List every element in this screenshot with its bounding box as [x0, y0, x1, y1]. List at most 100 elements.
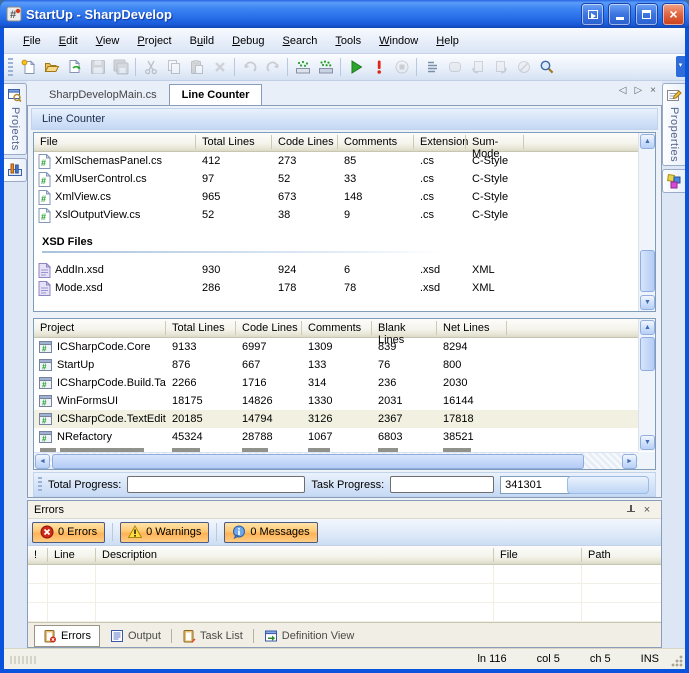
run-button[interactable] [344, 56, 367, 78]
scroll-right-icon[interactable]: ► [622, 454, 637, 469]
files-vertical-scrollbar[interactable]: ▲ ▼ [638, 133, 655, 311]
open-file-button[interactable] [40, 56, 63, 78]
toolbar-overflow-button[interactable]: ▾ [676, 56, 685, 77]
browse-button[interactable] [512, 56, 535, 78]
undock-button[interactable] [582, 4, 603, 25]
delete-button[interactable] [208, 56, 231, 78]
menu-debug[interactable]: Debug [223, 30, 273, 52]
menu-search[interactable]: Search [274, 30, 327, 52]
save-all-button[interactable] [109, 56, 132, 78]
table-row[interactable]: #XslOutputView.cs 52 38 9 .cs C-Style [34, 206, 638, 224]
scroll-up-icon[interactable]: ▲ [640, 134, 655, 149]
scroll-down-icon[interactable]: ▼ [640, 295, 655, 310]
menu-project[interactable]: Project [128, 30, 180, 52]
column-header-description[interactable]: Description [96, 546, 494, 564]
menu-window[interactable]: Window [370, 30, 427, 52]
tab-scroll-right-icon[interactable]: ▷ [634, 85, 642, 96]
table-row[interactable]: #WinFormsUI 18175 14826 1330 2031 16144 [34, 392, 638, 410]
tab-errors[interactable]: Errors [34, 625, 100, 647]
column-header-path[interactable]: Path [582, 546, 661, 564]
bookmarks-button[interactable] [420, 56, 443, 78]
tab-output[interactable]: Output [102, 626, 169, 646]
scroll-down-icon[interactable]: ▼ [640, 435, 655, 450]
sidebar-tab-tools[interactable] [4, 158, 27, 182]
column-header-project[interactable]: Project [34, 319, 166, 337]
maximize-button[interactable] [636, 4, 657, 25]
sidebar-tab-classes[interactable] [662, 169, 685, 193]
column-header-extension[interactable]: Extension [414, 133, 466, 151]
table-row[interactable]: #StartUp 876 667 133 76 800 [34, 356, 638, 374]
table-row[interactable]: #NRefactory 45324 28788 1067 6803 38521 [34, 428, 638, 446]
table-row[interactable]: #ICSharpCode.Build.Tasks 2266 1716 314 2… [34, 374, 638, 392]
table-row[interactable]: #XmlView.cs 965 673 148 .cs C-Style [34, 188, 638, 206]
region-button[interactable] [443, 56, 466, 78]
stop-button[interactable] [390, 56, 413, 78]
pin-button[interactable] [623, 503, 639, 517]
column-header-total-lines[interactable]: Total Lines [196, 133, 272, 151]
menu-tools[interactable]: Tools [326, 30, 370, 52]
menu-help[interactable]: Help [427, 30, 468, 52]
paste-button[interactable] [185, 56, 208, 78]
minimize-button[interactable] [609, 4, 630, 25]
errors-panel-titlebar[interactable]: Errors × [28, 501, 661, 519]
menu-edit[interactable]: Edit [50, 30, 87, 52]
table-row[interactable]: #XmlSchemasPanel.cs 412 273 85 .cs C-Sty… [34, 152, 638, 170]
abort-button[interactable] [367, 56, 390, 78]
column-header-net-lines[interactable]: Net Lines [437, 319, 507, 337]
scrollbar-thumb[interactable] [640, 337, 655, 371]
errors-close-button[interactable]: × [639, 503, 655, 517]
column-header-comments[interactable]: Comments [338, 133, 414, 151]
errors-filter-button[interactable]: 0 Errors [32, 522, 105, 543]
reload-file-button[interactable] [63, 56, 86, 78]
column-header-line[interactable]: Line [48, 546, 96, 564]
close-button[interactable]: × [663, 4, 684, 25]
tab-sharpdevelopmain[interactable]: SharpDevelopMain.cs [37, 85, 169, 105]
menu-view[interactable]: View [87, 30, 129, 52]
table-row-highlighted[interactable]: #ICSharpCode.TextEditor 20185 14794 3126… [34, 410, 638, 428]
column-header-code-lines[interactable]: Code Lines [272, 133, 338, 151]
column-header-severity[interactable]: ! [28, 546, 48, 564]
goto-previous-button[interactable] [466, 56, 489, 78]
search-button[interactable] [535, 56, 558, 78]
new-file-button[interactable] [17, 56, 40, 78]
menu-file[interactable]: File [14, 30, 50, 52]
tab-scroll-left-icon[interactable]: ◁ [619, 85, 627, 96]
save-file-button[interactable] [86, 56, 109, 78]
tab-definition-view[interactable]: Definition View [256, 626, 363, 646]
undo-button[interactable] [238, 56, 261, 78]
build-button[interactable] [291, 56, 314, 78]
column-header-file[interactable]: File [494, 546, 582, 564]
title-bar[interactable]: # StartUp - SharpDevelop × [0, 0, 689, 28]
projects-vertical-scrollbar[interactable]: ▲ ▼ [638, 319, 655, 451]
scrollbar-thumb[interactable] [640, 250, 655, 292]
sidebar-tab-properties[interactable]: Properties [662, 83, 685, 166]
column-header-comments[interactable]: Comments [302, 319, 372, 337]
goto-next-button[interactable] [489, 56, 512, 78]
projects-horizontal-scrollbar[interactable]: ◄ ► [34, 452, 638, 469]
scrollbar-thumb[interactable] [52, 454, 584, 469]
table-row[interactable]: AddIn.xsd 930 924 6 .xsd XML [34, 261, 638, 279]
sidebar-tab-projects[interactable]: Projects [4, 83, 27, 155]
column-header-sum-mode[interactable]: Sum-Mode [466, 133, 524, 151]
menu-build[interactable]: Build [181, 30, 223, 52]
progress-toolbar-grip[interactable] [38, 477, 42, 493]
column-header-total-lines[interactable]: Total Lines [166, 319, 236, 337]
rebuild-button[interactable] [314, 56, 337, 78]
column-header-code-lines[interactable]: Code Lines [236, 319, 302, 337]
tab-close-icon[interactable]: × [650, 85, 656, 96]
copy-button[interactable] [162, 56, 185, 78]
scroll-left-icon[interactable]: ◄ [35, 454, 50, 469]
table-row[interactable]: #XmlUserControl.cs 97 52 33 .cs C-Style [34, 170, 638, 188]
table-row[interactable]: Mode.xsd 286 178 78 .xsd XML [34, 279, 638, 297]
tab-line-counter[interactable]: Line Counter [169, 84, 263, 105]
resize-grip[interactable] [671, 655, 683, 667]
tab-task-list[interactable]: Task List [174, 626, 251, 646]
warnings-filter-button[interactable]: 0 Warnings [120, 522, 209, 543]
redo-button[interactable] [261, 56, 284, 78]
table-row[interactable]: #ICSharpCode.Core 9133 6997 1309 839 829… [34, 338, 638, 356]
cut-button[interactable] [139, 56, 162, 78]
scroll-up-icon[interactable]: ▲ [640, 320, 655, 335]
messages-filter-button[interactable]: 0 Messages [224, 522, 317, 543]
column-header-file[interactable]: File [34, 133, 196, 151]
toolbar-grip[interactable] [8, 58, 13, 76]
